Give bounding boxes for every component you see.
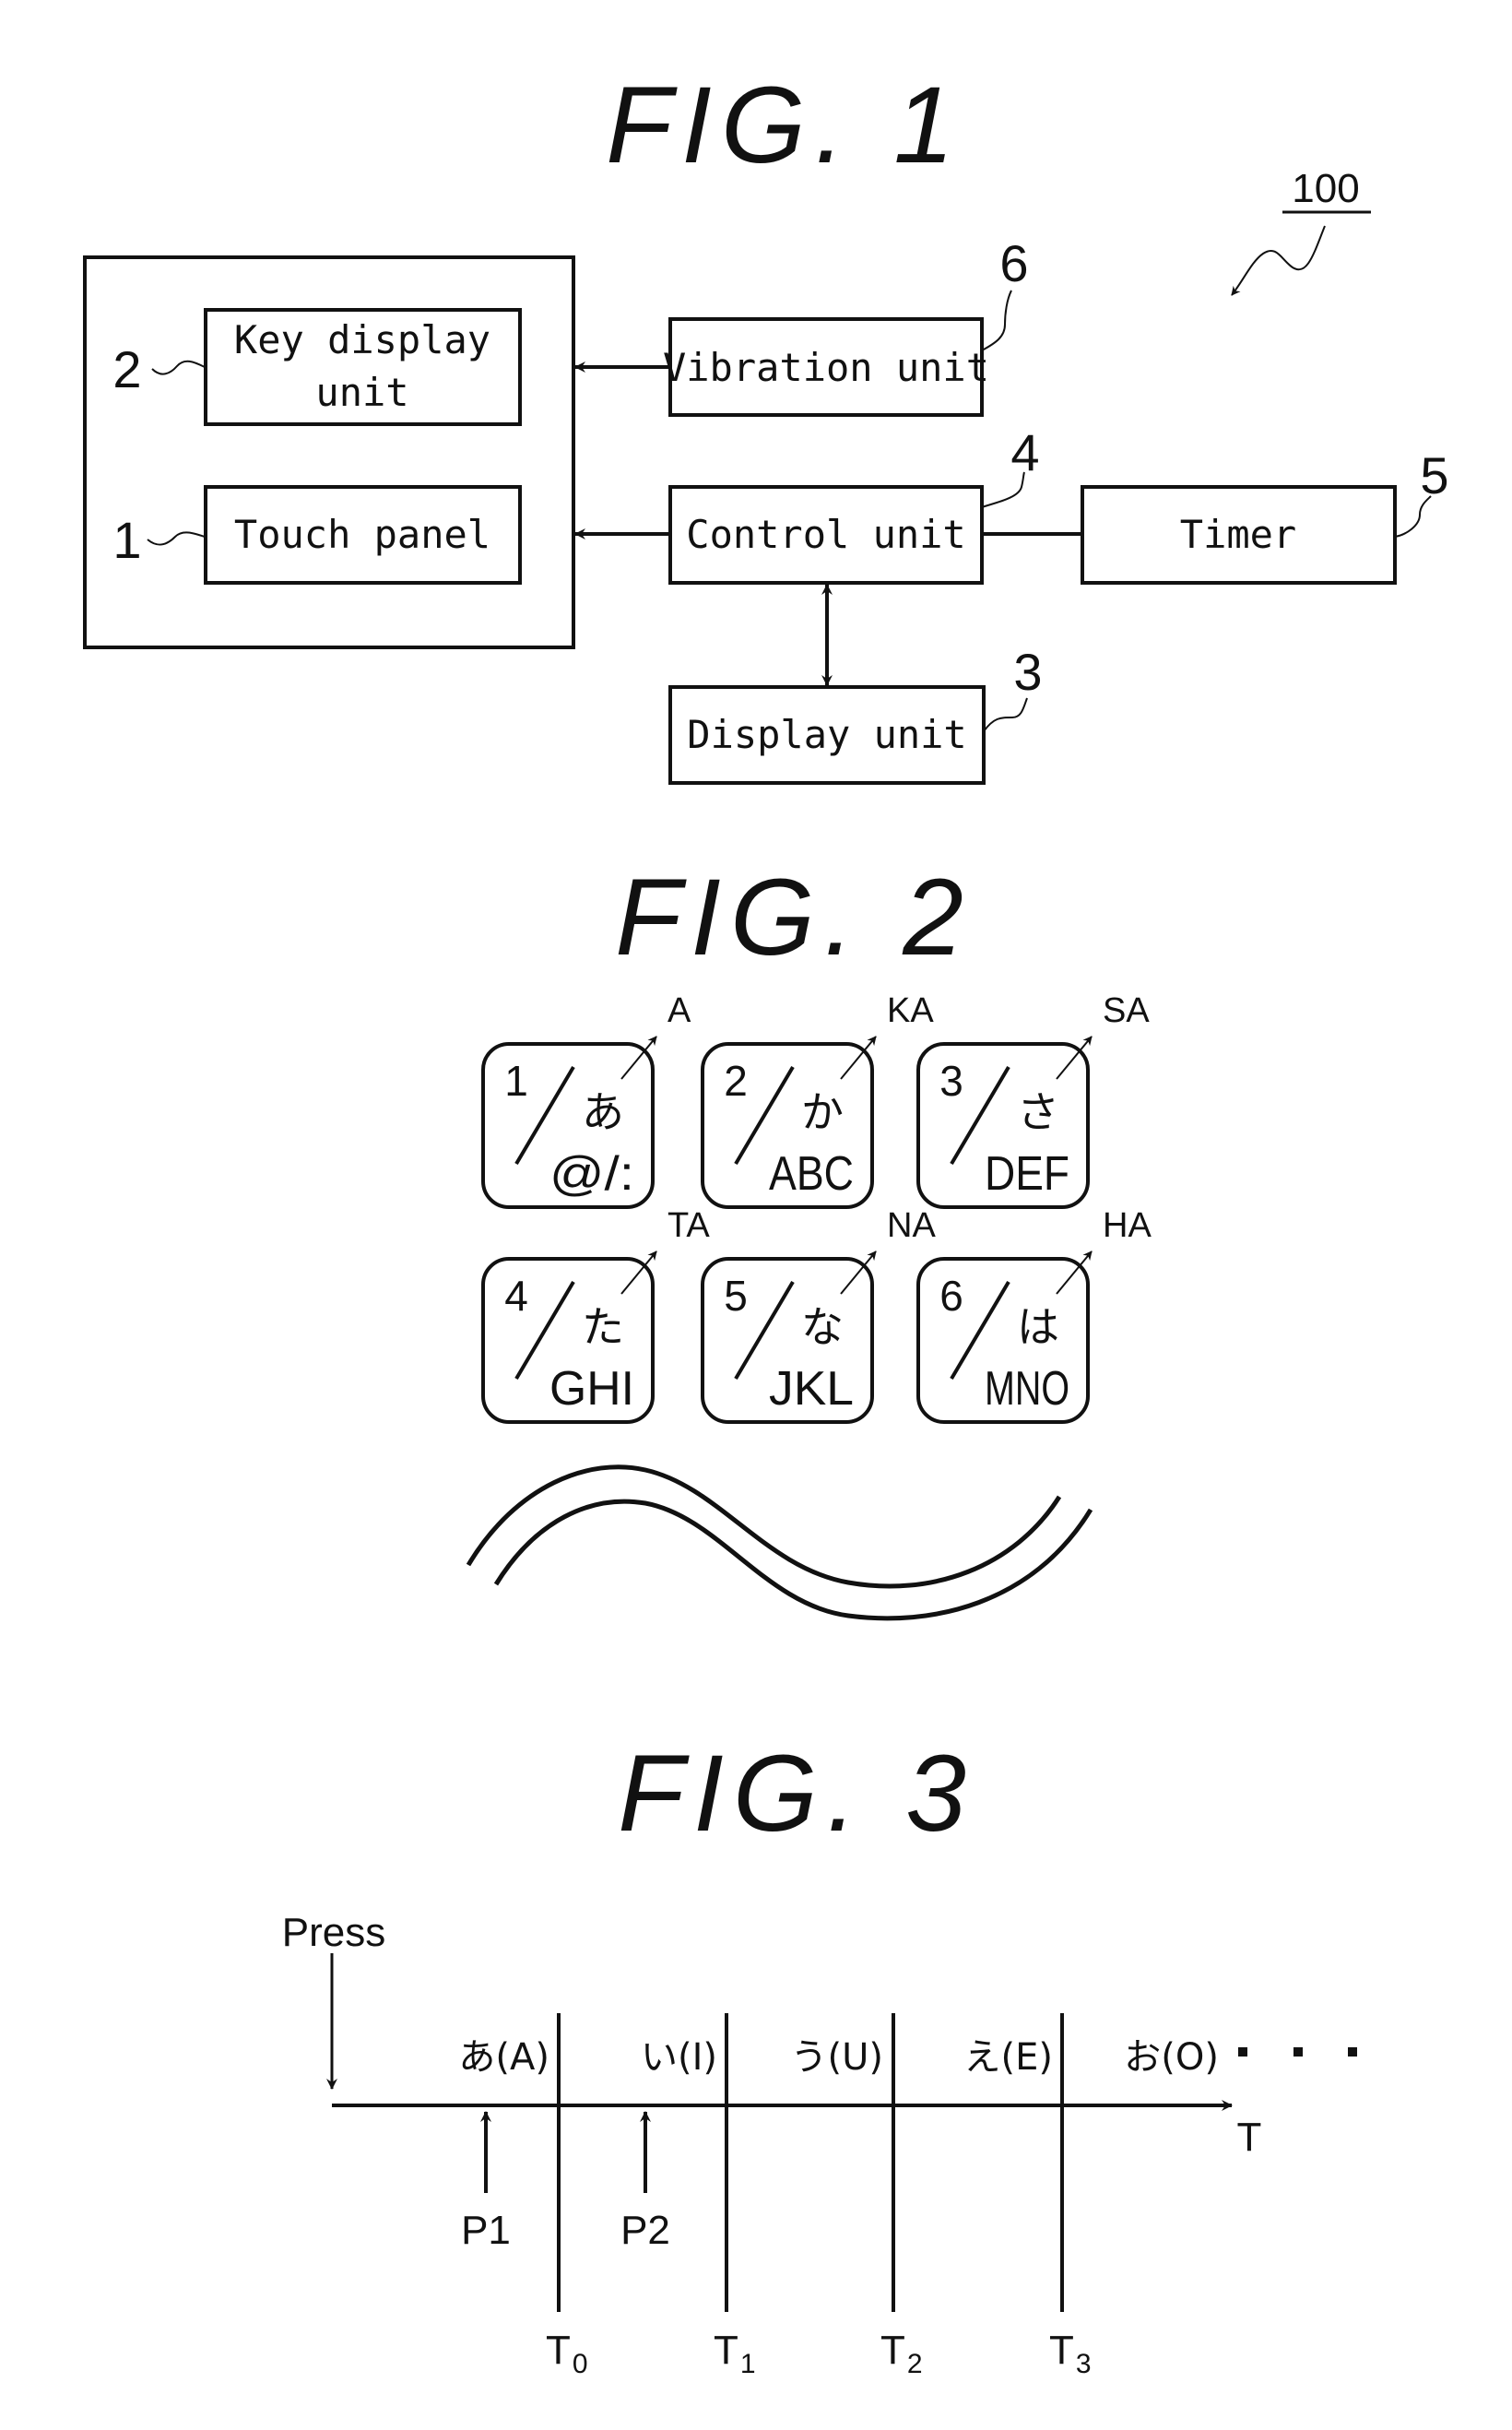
ellipsis-dot bbox=[1293, 2047, 1303, 2057]
key-4: 4 た GHI TA bbox=[481, 1206, 710, 1424]
key-alpha: ABC bbox=[769, 1147, 854, 1201]
key-digit: 4 bbox=[504, 1272, 528, 1320]
time-mark-label: T2 bbox=[880, 2328, 923, 2379]
press-event-label: P1 bbox=[461, 2208, 511, 2253]
key-display-unit-leader bbox=[151, 360, 206, 375]
fig3-title: FIG. 3 bbox=[618, 1733, 975, 1855]
key-2: 2 か ABC KA bbox=[701, 991, 934, 1209]
key-digit: 6 bbox=[939, 1272, 963, 1320]
fig2-title: FIG. 2 bbox=[615, 857, 973, 978]
control-unit-label: Control unit bbox=[686, 512, 965, 557]
character-cycle-label: あ(A) bbox=[458, 2036, 549, 2079]
key-reading-label: SA bbox=[1103, 991, 1150, 1030]
vibration-unit-leader bbox=[981, 290, 1012, 351]
key-kana: た bbox=[582, 1302, 624, 1352]
ellipsis-dot bbox=[1348, 2047, 1357, 2057]
key-kana: な bbox=[801, 1302, 844, 1352]
display-unit-leader bbox=[983, 697, 1028, 732]
key-kana: か bbox=[801, 1087, 844, 1137]
key-reading-label: TA bbox=[667, 1206, 710, 1245]
key-display-unit-label-line2: unit bbox=[315, 370, 408, 415]
key-alpha: MNO bbox=[985, 1362, 1069, 1416]
control-unit-ref: 4 bbox=[1010, 423, 1039, 481]
key-3: 3 さ DEF SA bbox=[916, 991, 1150, 1209]
timer-ref: 5 bbox=[1420, 446, 1448, 504]
touch-panel-ref: 1 bbox=[112, 511, 141, 569]
omission-wave-upper bbox=[466, 1464, 1062, 1589]
display-unit-label: Display unit bbox=[687, 712, 966, 757]
key-reading-label: HA bbox=[1103, 1206, 1152, 1245]
patent-drawing-sheet: FIG. 1 100 Key display unit 2 Touch pane… bbox=[83, 65, 1449, 2379]
key-reading-label: NA bbox=[887, 1206, 936, 1245]
key-display-unit-ref: 2 bbox=[112, 340, 141, 398]
time-mark-label: T1 bbox=[714, 2328, 756, 2379]
key-reading-label: A bbox=[667, 991, 691, 1030]
figure-3: FIG. 3 Press T T0 T1 T2 T3 あ(A) い(I) う(U) え(E) お… bbox=[282, 1733, 1357, 2379]
vibration-unit-label: Vibration unit bbox=[663, 345, 989, 390]
key-6: 6 は MNO HA bbox=[916, 1206, 1152, 1424]
keypad: 1 あ @/: A2 か ABC KA3 さ DEF SA 4 た GHI TA 5 な JKL NA6 は MNO H… bbox=[481, 991, 1152, 1424]
timer-leader bbox=[1394, 495, 1432, 538]
timer-block: Timer bbox=[1081, 485, 1397, 585]
key-alpha: DEF bbox=[985, 1147, 1069, 1201]
time-axis-label: T bbox=[1237, 2115, 1262, 2160]
character-cycle-label: え(E) bbox=[964, 2036, 1053, 2079]
key-digit: 5 bbox=[724, 1272, 748, 1320]
key-digit: 2 bbox=[724, 1057, 748, 1105]
key-alpha: GHI bbox=[549, 1362, 634, 1416]
system-ref-number: 100 bbox=[1292, 166, 1359, 211]
key-digit: 3 bbox=[939, 1057, 963, 1105]
key-1: 1 あ @/: A bbox=[481, 991, 691, 1209]
key-display-unit-label-line1: Key display bbox=[234, 317, 490, 362]
figure-1: FIG. 1 100 Key display unit 2 Touch pane… bbox=[83, 65, 1449, 785]
control-unit-block: Control unit bbox=[668, 485, 984, 585]
character-cycle-label: お(O) bbox=[1124, 2036, 1219, 2079]
character-cycle-label: う(U) bbox=[791, 2036, 884, 2079]
vibration-unit-ref: 6 bbox=[999, 234, 1028, 292]
key-kana: あ bbox=[582, 1087, 624, 1137]
display-unit-ref: 3 bbox=[1013, 643, 1042, 701]
press-event-label: P2 bbox=[620, 2208, 670, 2253]
key-kana: は bbox=[1017, 1302, 1059, 1352]
key-kana: さ bbox=[1017, 1087, 1059, 1137]
touch-panel-leader bbox=[147, 531, 206, 546]
touch-panel-label: Touch panel bbox=[234, 512, 490, 557]
character-cycle-label: い(I) bbox=[641, 2036, 717, 2079]
ellipsis-dot bbox=[1238, 2047, 1247, 2057]
key-alpha: @/: bbox=[549, 1147, 634, 1201]
vibration-unit-block: Vibration unit bbox=[663, 317, 989, 417]
time-mark-label: T0 bbox=[546, 2328, 588, 2379]
key-digit: 1 bbox=[504, 1057, 528, 1105]
display-unit-block: Display unit bbox=[668, 685, 986, 785]
key-display-unit-block: Key display unit bbox=[204, 308, 522, 426]
timeline: T0 T1 T2 T3 あ(A) い(I) う(U) え(E) お(O) P1 P2 bbox=[458, 2013, 1357, 2379]
figure-2: FIG. 2 1 あ @/: A2 か ABC KA3 さ DEF SA 4 た GHI TA 5 な JKL N… bbox=[466, 857, 1152, 1621]
key-reading-label: KA bbox=[887, 991, 934, 1030]
time-mark-label: T3 bbox=[1049, 2328, 1092, 2379]
press-label: Press bbox=[282, 1910, 385, 1955]
fig1-title: FIG. 1 bbox=[606, 65, 963, 186]
key-5: 5 な JKL NA bbox=[701, 1206, 936, 1424]
timer-label: Timer bbox=[1180, 512, 1296, 557]
system-ref-leader-arrow bbox=[1231, 225, 1326, 296]
touch-panel-block: Touch panel bbox=[204, 485, 522, 585]
key-alpha: JKL bbox=[769, 1362, 854, 1416]
